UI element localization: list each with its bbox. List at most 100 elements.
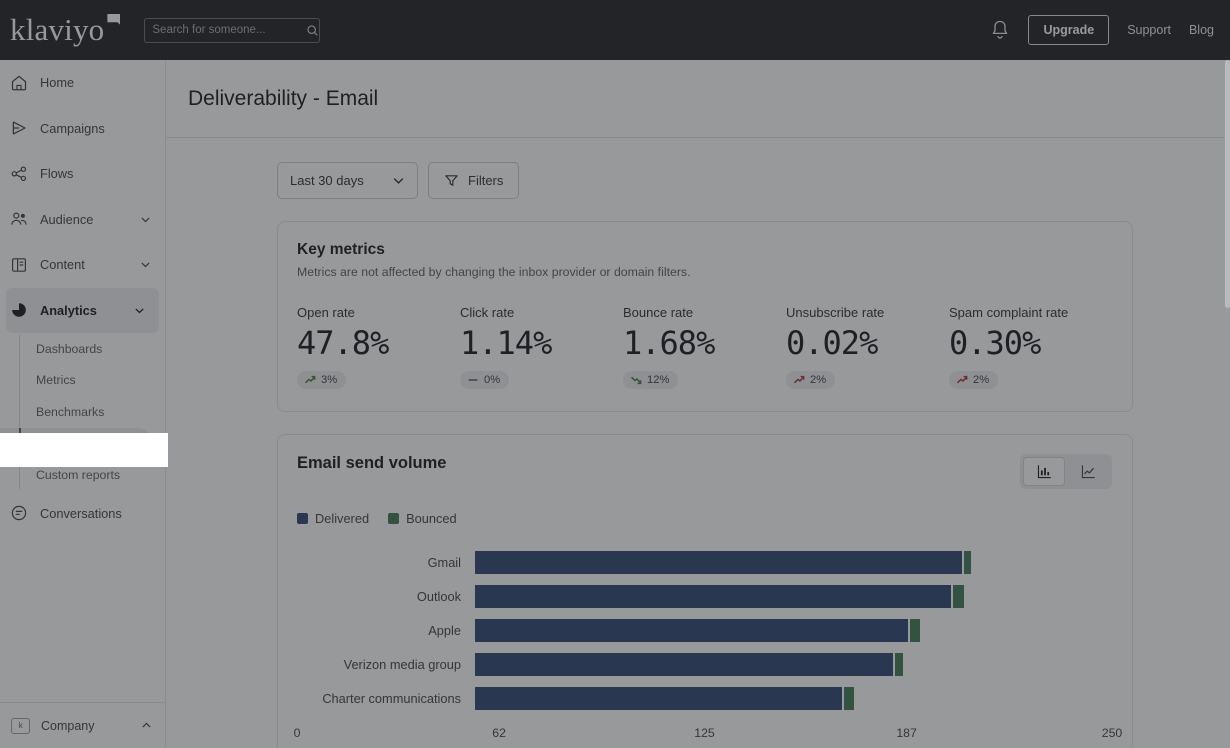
- bar-segment-bounced[interactable]: [844, 687, 854, 710]
- axis-tick-label: 0: [294, 726, 301, 740]
- sidebar-item-flows[interactable]: Flows: [0, 151, 165, 197]
- chart-bar-row[interactable]: Apple: [297, 613, 1112, 647]
- chart-bar-row[interactable]: Verizon media group: [297, 647, 1112, 681]
- legend-item[interactable]: Delivered: [297, 511, 369, 526]
- funnel-icon: [444, 173, 459, 188]
- main-content: Deliverability - Email Last 30 days Filt…: [166, 60, 1230, 748]
- search-input[interactable]: [152, 24, 306, 36]
- sidebar-subitem-dashboards[interactable]: Dashboards: [0, 333, 165, 365]
- chevron-down-icon[interactable]: [140, 259, 151, 270]
- chart-legend: Delivered Bounced: [297, 511, 1112, 526]
- klaviyo-logo[interactable]: klaviyo: [10, 12, 104, 48]
- bar-category-label: Gmail: [297, 555, 475, 570]
- sidebar-subitem-benchmarks[interactable]: Benchmarks: [0, 396, 165, 428]
- bar-segment-delivered[interactable]: [475, 653, 893, 676]
- sidebar-subitem-metrics[interactable]: Metrics: [0, 365, 165, 397]
- company-name: Company: [41, 719, 95, 733]
- sidebar-item-content[interactable]: Content: [0, 242, 165, 288]
- search-box[interactable]: [144, 18, 320, 43]
- filters-button[interactable]: Filters: [428, 162, 519, 199]
- sidebar-item-campaigns[interactable]: Campaigns: [0, 106, 165, 152]
- home-icon: [10, 74, 28, 92]
- chevron-down-icon[interactable]: [392, 174, 405, 187]
- axis-tick-label: 125: [694, 726, 715, 740]
- metric-delta: 2%: [973, 374, 989, 386]
- trend-down-icon: [630, 374, 642, 386]
- chevron-down-icon[interactable]: [140, 214, 151, 225]
- bar-segment-delivered[interactable]: [475, 585, 951, 608]
- metric-label: Unsubscribe rate: [786, 305, 949, 320]
- sidebar-item-analytics[interactable]: Analytics: [6, 288, 159, 334]
- bar-category-label: Charter communications: [297, 691, 475, 706]
- support-link[interactable]: Support: [1127, 23, 1171, 37]
- send-volume-title: Email send volume: [297, 454, 446, 473]
- people-icon: [10, 210, 28, 228]
- key-metrics-subtitle: Metrics are not affected by changing the…: [297, 265, 1112, 279]
- topbar-actions: Upgrade Support Blog: [990, 15, 1230, 45]
- bar-segment-delivered[interactable]: [475, 619, 908, 642]
- line-chart-toggle-button[interactable]: [1067, 457, 1109, 486]
- bar-segment-bounced[interactable]: [964, 551, 972, 574]
- spotlight-highlight-band: [0, 433, 168, 467]
- logo-text: klaviyo: [10, 12, 104, 47]
- search-icon[interactable]: [306, 24, 319, 37]
- metric-card: Open rate 47.8% 3%: [297, 305, 460, 391]
- metric-trend-badge: 12%: [623, 371, 678, 389]
- bar-segment-bounced[interactable]: [895, 653, 903, 676]
- bar-chart-toggle-button[interactable]: [1023, 457, 1065, 486]
- metric-value: 47.8%: [297, 324, 460, 362]
- company-switcher[interactable]: k Company: [0, 702, 166, 748]
- app-root: klaviyo Upgrade Support Blog: [0, 0, 1230, 748]
- metric-trend-badge: 2%: [786, 371, 835, 389]
- axis-tick-label: 250: [1102, 726, 1123, 740]
- legend-swatch: [297, 513, 308, 524]
- axis-tick-label: 62: [492, 726, 506, 740]
- chart-bar-row[interactable]: Gmail: [297, 545, 1112, 579]
- bar-chart-icon: [1036, 463, 1053, 480]
- send-icon: [10, 119, 28, 137]
- metric-card: Spam complaint rate 0.30% 2%: [949, 305, 1112, 391]
- sidebar-subitem-label: Dashboards: [36, 342, 102, 356]
- metric-card: Click rate 1.14% 0%: [460, 305, 623, 391]
- sidebar-item-conversations[interactable]: Conversations: [0, 491, 165, 537]
- sidebar-subitem-label: Metrics: [36, 373, 76, 387]
- metric-delta: 12%: [647, 374, 669, 386]
- company-badge: k: [11, 718, 30, 734]
- chart-bar-row[interactable]: Charter communications: [297, 681, 1112, 715]
- metric-label: Bounce rate: [623, 305, 786, 320]
- top-navigation-bar: klaviyo Upgrade Support Blog: [0, 0, 1230, 60]
- date-range-dropdown[interactable]: Last 30 days: [277, 162, 418, 199]
- sidebar-item-audience[interactable]: Audience: [0, 197, 165, 243]
- chat-icon: [10, 504, 28, 522]
- bell-icon[interactable]: [990, 19, 1010, 41]
- sidebar-item-home[interactable]: Home: [0, 60, 165, 106]
- blog-link[interactable]: Blog: [1189, 23, 1214, 37]
- filters-toolbar: Last 30 days Filters: [166, 138, 1230, 199]
- chart-bar-row[interactable]: Outlook: [297, 579, 1112, 613]
- bar-segment-delivered[interactable]: [475, 687, 842, 710]
- bar-category-label: Outlook: [297, 589, 475, 604]
- chevron-up-icon[interactable]: [141, 720, 152, 731]
- sidebar-item-label: Audience: [40, 212, 93, 227]
- flat-trend-icon: [467, 374, 479, 386]
- bar-track: [475, 687, 1112, 710]
- legend-item[interactable]: Bounced: [388, 511, 457, 526]
- page-title: Deliverability - Email: [188, 87, 378, 111]
- metric-delta: 3%: [321, 374, 337, 386]
- bar-segment-bounced[interactable]: [953, 585, 963, 608]
- sidebar-item-label: Analytics: [40, 303, 97, 318]
- bar-segment-delivered[interactable]: [475, 551, 962, 574]
- bar-track: [475, 551, 1112, 574]
- trend-up-icon: [304, 374, 316, 386]
- page-scrollbar[interactable]: [1225, 60, 1230, 308]
- sidebar-subitem-label: Custom reports: [36, 468, 120, 482]
- upgrade-button[interactable]: Upgrade: [1028, 15, 1109, 45]
- sidebar-item-label: Conversations: [40, 506, 122, 521]
- send-volume-chart: Gmail Outlook Apple Verizon media group …: [297, 545, 1112, 743]
- content-icon: [10, 256, 28, 274]
- metric-trend-badge: 0%: [460, 371, 509, 389]
- metric-value: 0.30%: [949, 324, 1112, 362]
- metric-label: Click rate: [460, 305, 623, 320]
- bar-segment-bounced[interactable]: [910, 619, 920, 642]
- chevron-down-icon[interactable]: [134, 305, 145, 316]
